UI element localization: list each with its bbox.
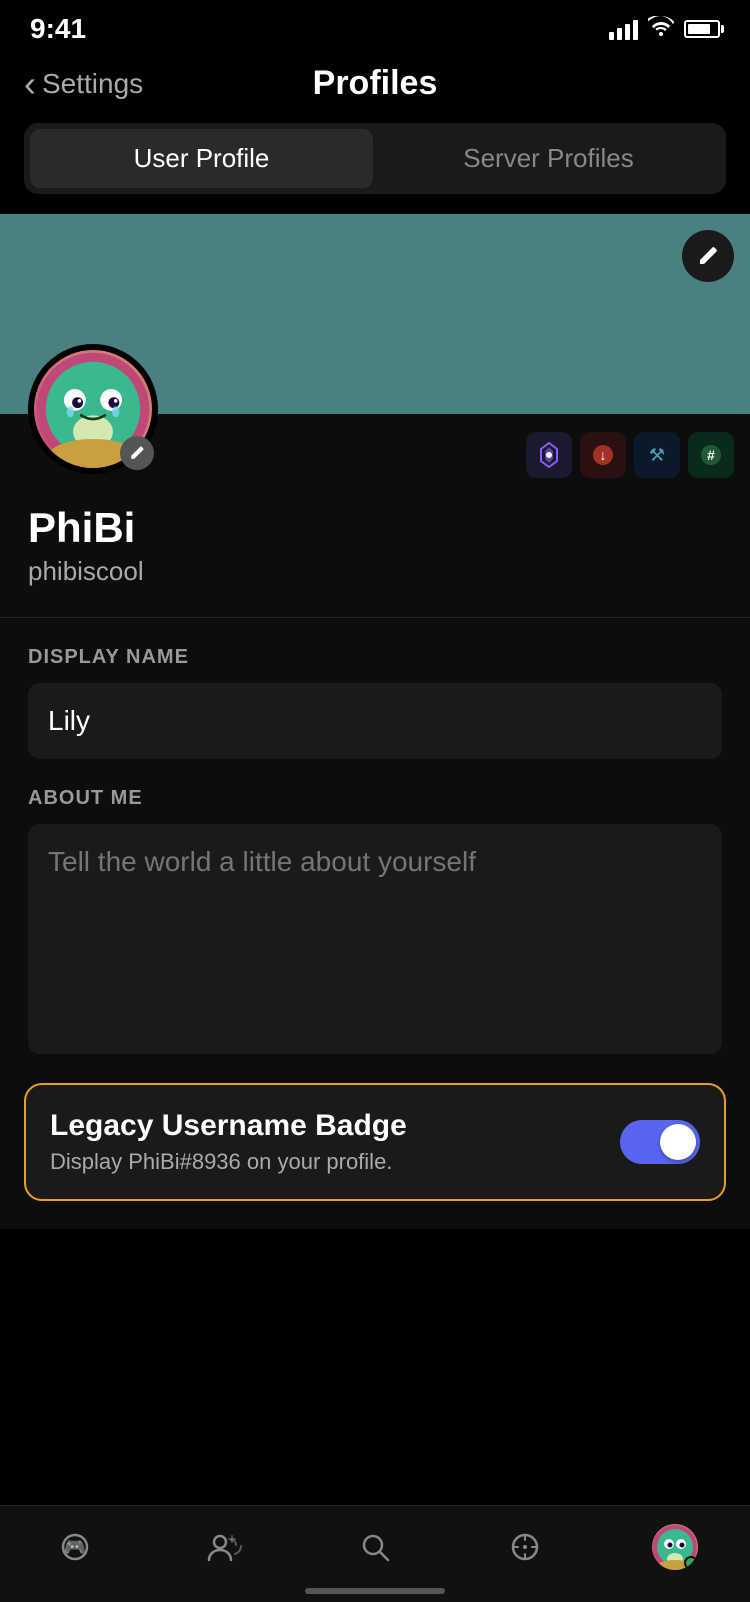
hash-badge-icon: # xyxy=(699,443,723,467)
badge-hash: # xyxy=(688,432,734,478)
avatar-wrapper xyxy=(28,344,158,474)
badge-boost: ↓ xyxy=(580,432,626,478)
nav-friends[interactable] xyxy=(190,1522,260,1572)
about-me-label: ABOUT ME xyxy=(28,787,722,810)
tab-user-profile[interactable]: User Profile xyxy=(30,129,373,188)
online-status-dot xyxy=(684,1556,698,1570)
home-icon: 🎮 xyxy=(59,1531,91,1563)
toggle-knob xyxy=(660,1124,696,1160)
edit-avatar-button[interactable] xyxy=(120,436,154,470)
search-icon xyxy=(360,1532,390,1562)
avatar-edit-pencil-icon xyxy=(129,445,145,461)
boost-badge-icon: ↓ xyxy=(591,443,615,467)
battery-fill xyxy=(688,24,710,34)
nitro-badge-icon xyxy=(537,441,561,469)
friends-icon xyxy=(207,1532,243,1562)
svg-text:🎮: 🎮 xyxy=(64,1537,86,1557)
status-icons xyxy=(609,16,720,42)
form-section: DISPLAY NAME ABOUT ME xyxy=(0,618,750,1059)
about-me-textarea[interactable] xyxy=(28,824,722,1054)
battery-icon xyxy=(684,20,720,38)
back-chevron-icon: ‹ xyxy=(24,66,36,102)
svg-text:⚒: ⚒ xyxy=(649,445,665,465)
svg-text:↓: ↓ xyxy=(600,447,607,463)
home-indicator xyxy=(305,1588,445,1594)
wifi-icon xyxy=(648,16,674,42)
nav-avatar xyxy=(652,1524,698,1570)
legacy-badge-subtitle: Display PhiBi#8936 on your profile. xyxy=(50,1149,620,1175)
profile-tabs: User Profile Server Profiles xyxy=(24,123,726,194)
mod-badge-icon: ⚒ xyxy=(645,443,669,467)
legacy-badge-card: Legacy Username Badge Display PhiBi#8936… xyxy=(24,1083,726,1201)
pencil-icon xyxy=(697,245,719,267)
edit-banner-button[interactable] xyxy=(682,230,734,282)
nav-search[interactable] xyxy=(340,1522,410,1572)
signal-icon xyxy=(609,18,638,40)
discover-icon xyxy=(510,1532,540,1562)
nav-discover[interactable] xyxy=(490,1522,560,1572)
display-name-label: DISPLAY NAME xyxy=(28,646,722,669)
status-time: 9:41 xyxy=(30,13,86,45)
legacy-badge-toggle[interactable] xyxy=(620,1120,700,1164)
tab-server-profiles[interactable]: Server Profiles xyxy=(377,129,720,188)
svg-text:#: # xyxy=(707,447,715,463)
back-label: Settings xyxy=(42,68,143,100)
page-title: Profiles xyxy=(313,64,438,103)
badges-row: ↓ ⚒ # xyxy=(526,432,734,478)
nav-bar: ‹ Settings Profiles xyxy=(0,54,750,123)
display-name-input[interactable] xyxy=(28,683,722,759)
status-bar: 9:41 xyxy=(0,0,750,54)
back-button[interactable]: ‹ Settings xyxy=(24,66,143,102)
nav-profile[interactable] xyxy=(640,1522,710,1572)
legacy-badge-toggle-container xyxy=(620,1120,700,1164)
profile-username: phibiscool xyxy=(28,556,722,587)
profile-banner: ↓ ⚒ # xyxy=(0,214,750,414)
profile-display-name: PhiBi xyxy=(28,504,722,552)
legacy-badge-title: Legacy Username Badge xyxy=(50,1109,620,1143)
nav-home[interactable]: 🎮 xyxy=(40,1522,110,1572)
legacy-badge-text: Legacy Username Badge Display PhiBi#8936… xyxy=(50,1109,620,1175)
legacy-badge-section: Legacy Username Badge Display PhiBi#8936… xyxy=(0,1059,750,1229)
badge-nitro xyxy=(526,432,572,478)
badge-mod: ⚒ xyxy=(634,432,680,478)
